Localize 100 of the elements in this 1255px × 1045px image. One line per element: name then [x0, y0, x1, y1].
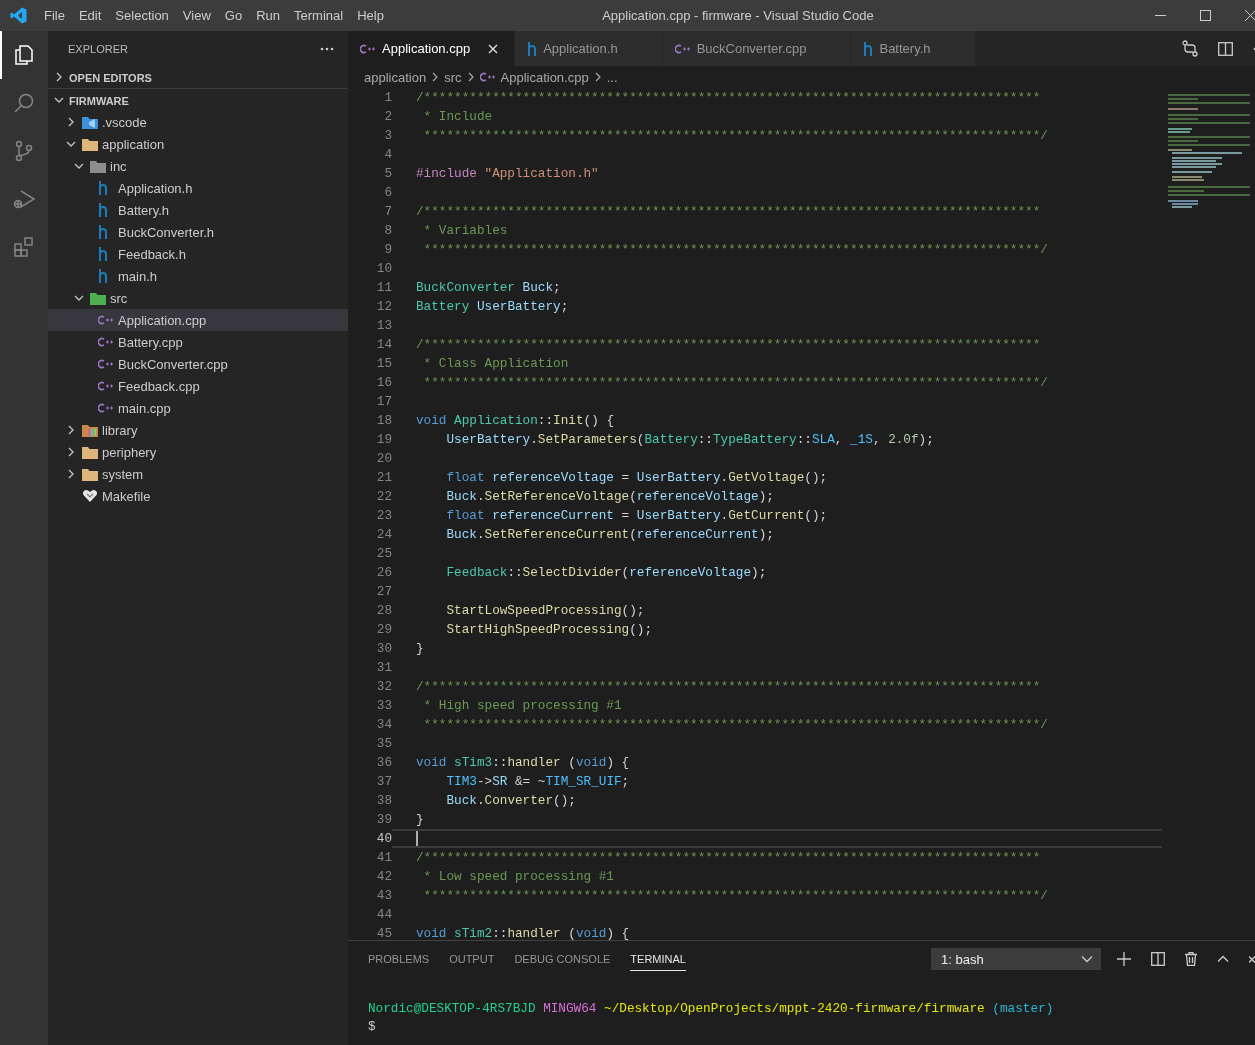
cpp-file-icon — [479, 72, 496, 82]
line-number: 25 — [375, 545, 392, 563]
folder-icon — [82, 467, 98, 481]
tree-item[interactable]: Feedback.h — [48, 243, 348, 265]
minimize-icon[interactable] — [1155, 14, 1166, 17]
menu-item[interactable]: Help — [350, 8, 391, 23]
code-line: StartHighSpeedProcessing(); — [445, 621, 653, 639]
tree-item[interactable]: Application.cpp — [48, 309, 348, 331]
line-number: 12 — [375, 298, 392, 316]
tree-item[interactable]: main.h — [48, 265, 348, 287]
chevron-down-icon — [1081, 955, 1093, 963]
tree-item[interactable]: application — [48, 133, 348, 155]
code-line: * Class Application — [422, 355, 569, 373]
breadcrumb-item[interactable]: src — [444, 69, 462, 85]
chevron-right-icon — [66, 425, 76, 435]
chevron-right-icon — [431, 72, 440, 82]
chevron-down-icon — [74, 161, 84, 171]
code-line: /********************************************************************************* — [416, 336, 1041, 354]
code-line: float referenceVoltage = UserBattery.GetVoltage(); — [445, 469, 828, 487]
files-icon — [12, 43, 36, 67]
code-line: void Application::Init() { — [416, 412, 614, 430]
code-line: } — [416, 640, 424, 658]
tree-item[interactable]: Feedback.cpp — [48, 375, 348, 397]
plus-icon[interactable] — [1117, 952, 1131, 966]
split-editor-icon[interactable] — [1218, 41, 1233, 56]
menu-item[interactable]: Go — [217, 8, 250, 23]
menu-item[interactable]: Run — [249, 8, 287, 23]
editor-tab[interactable]: Application.cpp — [348, 31, 516, 66]
code-line: /********************************************************************************* — [416, 678, 1041, 696]
code-line: UserBattery.SetParameters(Battery::TypeBattery::SLA, _1S, 2.0f); — [445, 431, 934, 449]
line-number: 7 — [383, 203, 392, 221]
editor-tab[interactable]: Application.h — [515, 31, 663, 66]
line-number: 13 — [375, 317, 392, 335]
line-number: 43 — [375, 887, 392, 905]
section-header[interactable]: OPEN EDITORS — [48, 66, 348, 88]
line-number: 41 — [375, 849, 392, 867]
cpp-file-icon — [98, 381, 114, 391]
tree-item[interactable]: system — [48, 463, 348, 485]
line-number: 30 — [375, 640, 392, 658]
menu-item[interactable]: View — [175, 8, 218, 23]
line-number: 21 — [375, 469, 392, 487]
compare-changes-icon[interactable] — [1182, 40, 1198, 57]
code-line: * High speed processing #1 — [422, 697, 622, 715]
breadcrumb-item[interactable]: Application.cpp — [500, 69, 589, 85]
search-icon — [12, 91, 36, 115]
line-number: 34 — [375, 716, 392, 734]
line-number: 8 — [383, 222, 392, 240]
code-line: float referenceCurrent = UserBattery.GetCurrent(); — [445, 507, 828, 525]
line-number: 3 — [383, 127, 392, 145]
breadcrumb-item[interactable]: ... — [606, 69, 618, 85]
chevron-down-icon — [54, 95, 64, 105]
split-terminal-icon[interactable] — [1151, 952, 1165, 966]
terminal-line: $ — [368, 1019, 376, 1034]
tree-item[interactable]: periphery — [48, 441, 348, 463]
folder-icon — [90, 159, 106, 173]
trash-icon[interactable] — [1185, 952, 1197, 966]
editor-tab[interactable]: BuckConverter.cpp — [662, 31, 852, 66]
tree-item[interactable]: BuckConverter.h — [48, 221, 348, 243]
tree-item[interactable]: src — [48, 287, 348, 309]
code-line: * Include — [422, 108, 493, 126]
editor-tab[interactable]: Battery.h — [851, 31, 976, 66]
tree-item[interactable]: inc — [48, 155, 348, 177]
tree-item[interactable]: library — [48, 419, 348, 441]
maximize-icon[interactable] — [1200, 10, 1211, 21]
close-icon[interactable] — [488, 43, 499, 54]
header-file-icon — [98, 269, 108, 283]
code-line: Battery UserBattery; — [416, 298, 569, 316]
line-number: 44 — [375, 906, 392, 924]
breadcrumb-item[interactable]: application — [364, 69, 427, 85]
menu-item[interactable]: Terminal — [287, 8, 351, 23]
panel-tab[interactable]: OUTPUT — [449, 947, 495, 971]
panel-tab[interactable]: PROBLEMS — [368, 947, 430, 971]
tree-item[interactable]: Battery.cpp — [48, 331, 348, 353]
tree-item[interactable]: Application.h — [48, 177, 348, 199]
terminal-dropdown[interactable]: 1: bash — [931, 948, 1101, 970]
tree-item[interactable]: .vscode — [48, 111, 348, 133]
panel-tab[interactable]: DEBUG CONSOLE — [514, 947, 611, 971]
line-number: 19 — [375, 431, 392, 449]
header-file-icon — [863, 41, 874, 56]
header-file-icon — [98, 181, 108, 195]
chevron-down-icon — [66, 139, 76, 149]
tree-item[interactable]: Makefile — [48, 485, 348, 507]
header-file-icon — [98, 225, 108, 239]
panel-tab[interactable]: TERMINAL — [630, 947, 686, 971]
line-number: 10 — [375, 260, 392, 278]
chevron-right-icon — [593, 72, 602, 82]
close-icon[interactable] — [1249, 953, 1255, 965]
menu-item[interactable]: File — [37, 8, 72, 23]
line-number: 20 — [375, 450, 392, 468]
chevron-right-icon — [54, 72, 64, 82]
chevron-up-icon[interactable] — [1217, 955, 1229, 963]
tree-item[interactable]: BuckConverter.cpp — [48, 353, 348, 375]
code-line: BuckConverter Buck; — [416, 279, 561, 297]
tree-item[interactable]: main.cpp — [48, 397, 348, 419]
menu-item[interactable]: Selection — [108, 8, 176, 23]
close-icon[interactable] — [1245, 10, 1255, 21]
line-number: 23 — [375, 507, 392, 525]
section-header[interactable]: FIRMWARE — [48, 88, 348, 111]
menu-item[interactable]: Edit — [71, 8, 109, 23]
tree-item[interactable]: Battery.h — [48, 199, 348, 221]
